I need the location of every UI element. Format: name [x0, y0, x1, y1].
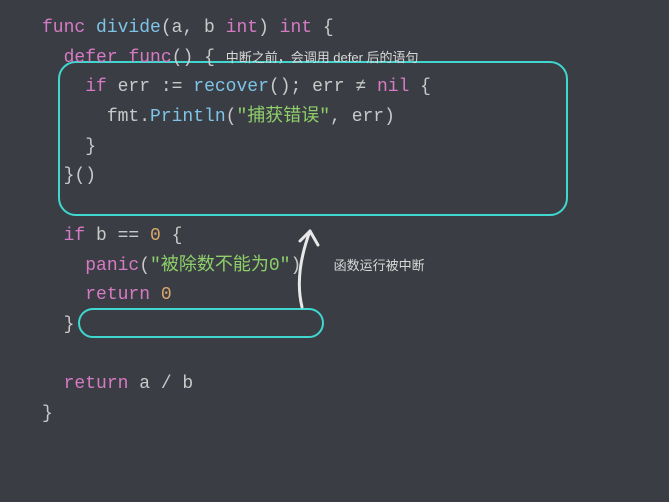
code-line-11: return a / b: [42, 370, 669, 400]
code-line-1: func divide(a, b int) int {: [42, 14, 669, 44]
code-line-5: }: [42, 133, 669, 163]
code-line-8: panic("被除数不能为0") 函数运行被中断: [42, 252, 669, 282]
blank-line-2: [42, 341, 669, 371]
code-line-3: if err := recover(); err ≠ nil {: [42, 73, 669, 103]
defer-annotation: 中断之前，会调用 defer 后的语句: [226, 50, 419, 65]
code-line-4: fmt.Println("捕获错误", err): [42, 103, 669, 133]
code-line-9: return 0: [42, 281, 669, 311]
code-line-7: if b == 0 {: [42, 222, 669, 252]
code-line-6: }(): [42, 162, 669, 192]
code-line-2: defer func() { 中断之前，会调用 defer 后的语句: [42, 44, 669, 74]
panic-annotation: 函数运行被中断: [334, 258, 425, 273]
code-line-10: }: [42, 311, 669, 341]
code-line-12: }: [42, 400, 669, 430]
code-block: func divide(a, b int) int { defer func()…: [0, 14, 669, 430]
blank-line: [42, 192, 669, 222]
